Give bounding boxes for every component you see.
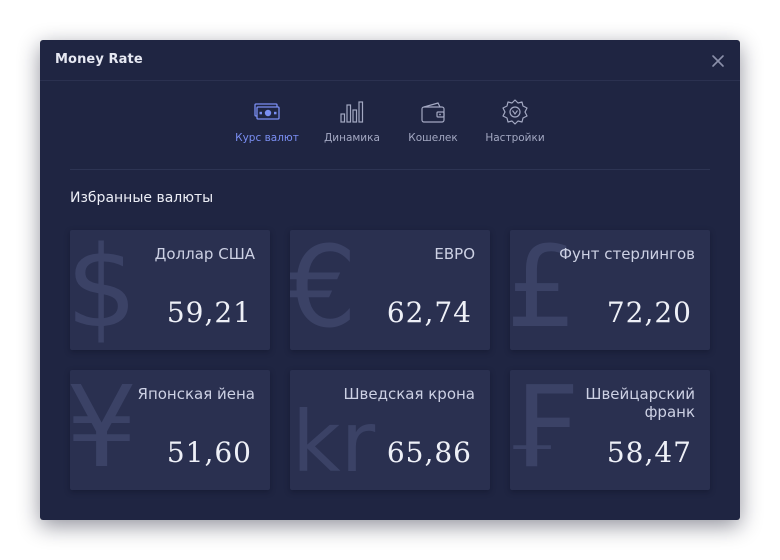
nav-item-wallet[interactable]: Кошелек <box>407 98 459 144</box>
currency-card-usd[interactable]: $ Доллар США 59,21 <box>70 230 270 350</box>
money-icon <box>254 103 280 120</box>
nav-label-wallet: Кошелек <box>408 132 458 144</box>
nav-item-settings[interactable]: Настройки <box>485 98 545 144</box>
settings-gear-icon <box>502 99 528 125</box>
nav-label-rates: Курс валют <box>235 132 299 144</box>
currency-rate: 51,60 <box>166 436 252 469</box>
main-nav: Курс валют Динамика Кошелек Настройки <box>40 98 740 158</box>
currency-name: Фунт стерлингов <box>559 245 695 263</box>
nav-divider <box>70 169 710 170</box>
nav-item-rates[interactable]: Курс валют <box>235 98 299 144</box>
currency-card-eur[interactable]: € ЕВРО 62,74 <box>290 230 490 350</box>
nav-label-settings: Настройки <box>485 132 545 144</box>
money-rate-window: Money Rate Курс валют Динамика Кошелек Н… <box>40 40 740 520</box>
currency-name: Японская йена <box>137 385 255 403</box>
currency-name: Шведская крона <box>343 385 475 403</box>
currency-card-sek[interactable]: kr Шведская крона 65,86 <box>290 370 490 490</box>
nav-label-dynamics: Динамика <box>324 132 380 144</box>
app-title: Money Rate <box>55 52 143 67</box>
currency-rate: 72,20 <box>606 296 692 329</box>
bar-chart-icon <box>340 101 364 123</box>
wallet-icon <box>421 102 445 123</box>
title-bar: Money Rate <box>40 40 740 81</box>
currency-card-chf[interactable]: ₣ Швейцарский франк 58,47 <box>510 370 710 490</box>
close-button[interactable] <box>708 51 728 71</box>
currency-name: Швейцарский франк <box>585 385 695 421</box>
nav-item-dynamics[interactable]: Динамика <box>324 98 380 144</box>
currency-rate: 65,86 <box>386 436 472 469</box>
currency-rate: 58,47 <box>606 436 692 469</box>
currency-rate: 62,74 <box>386 296 472 329</box>
currency-card-jpy[interactable]: ¥ Японская йена 51,60 <box>70 370 270 490</box>
currency-rate: 59,21 <box>166 296 252 329</box>
currency-name: ЕВРО <box>434 245 475 263</box>
close-icon <box>712 55 724 67</box>
favorites-title: Избранные валюты <box>70 190 214 206</box>
currency-card-gbp[interactable]: £ Фунт стерлингов 72,20 <box>510 230 710 350</box>
currency-name: Доллар США <box>154 245 255 263</box>
